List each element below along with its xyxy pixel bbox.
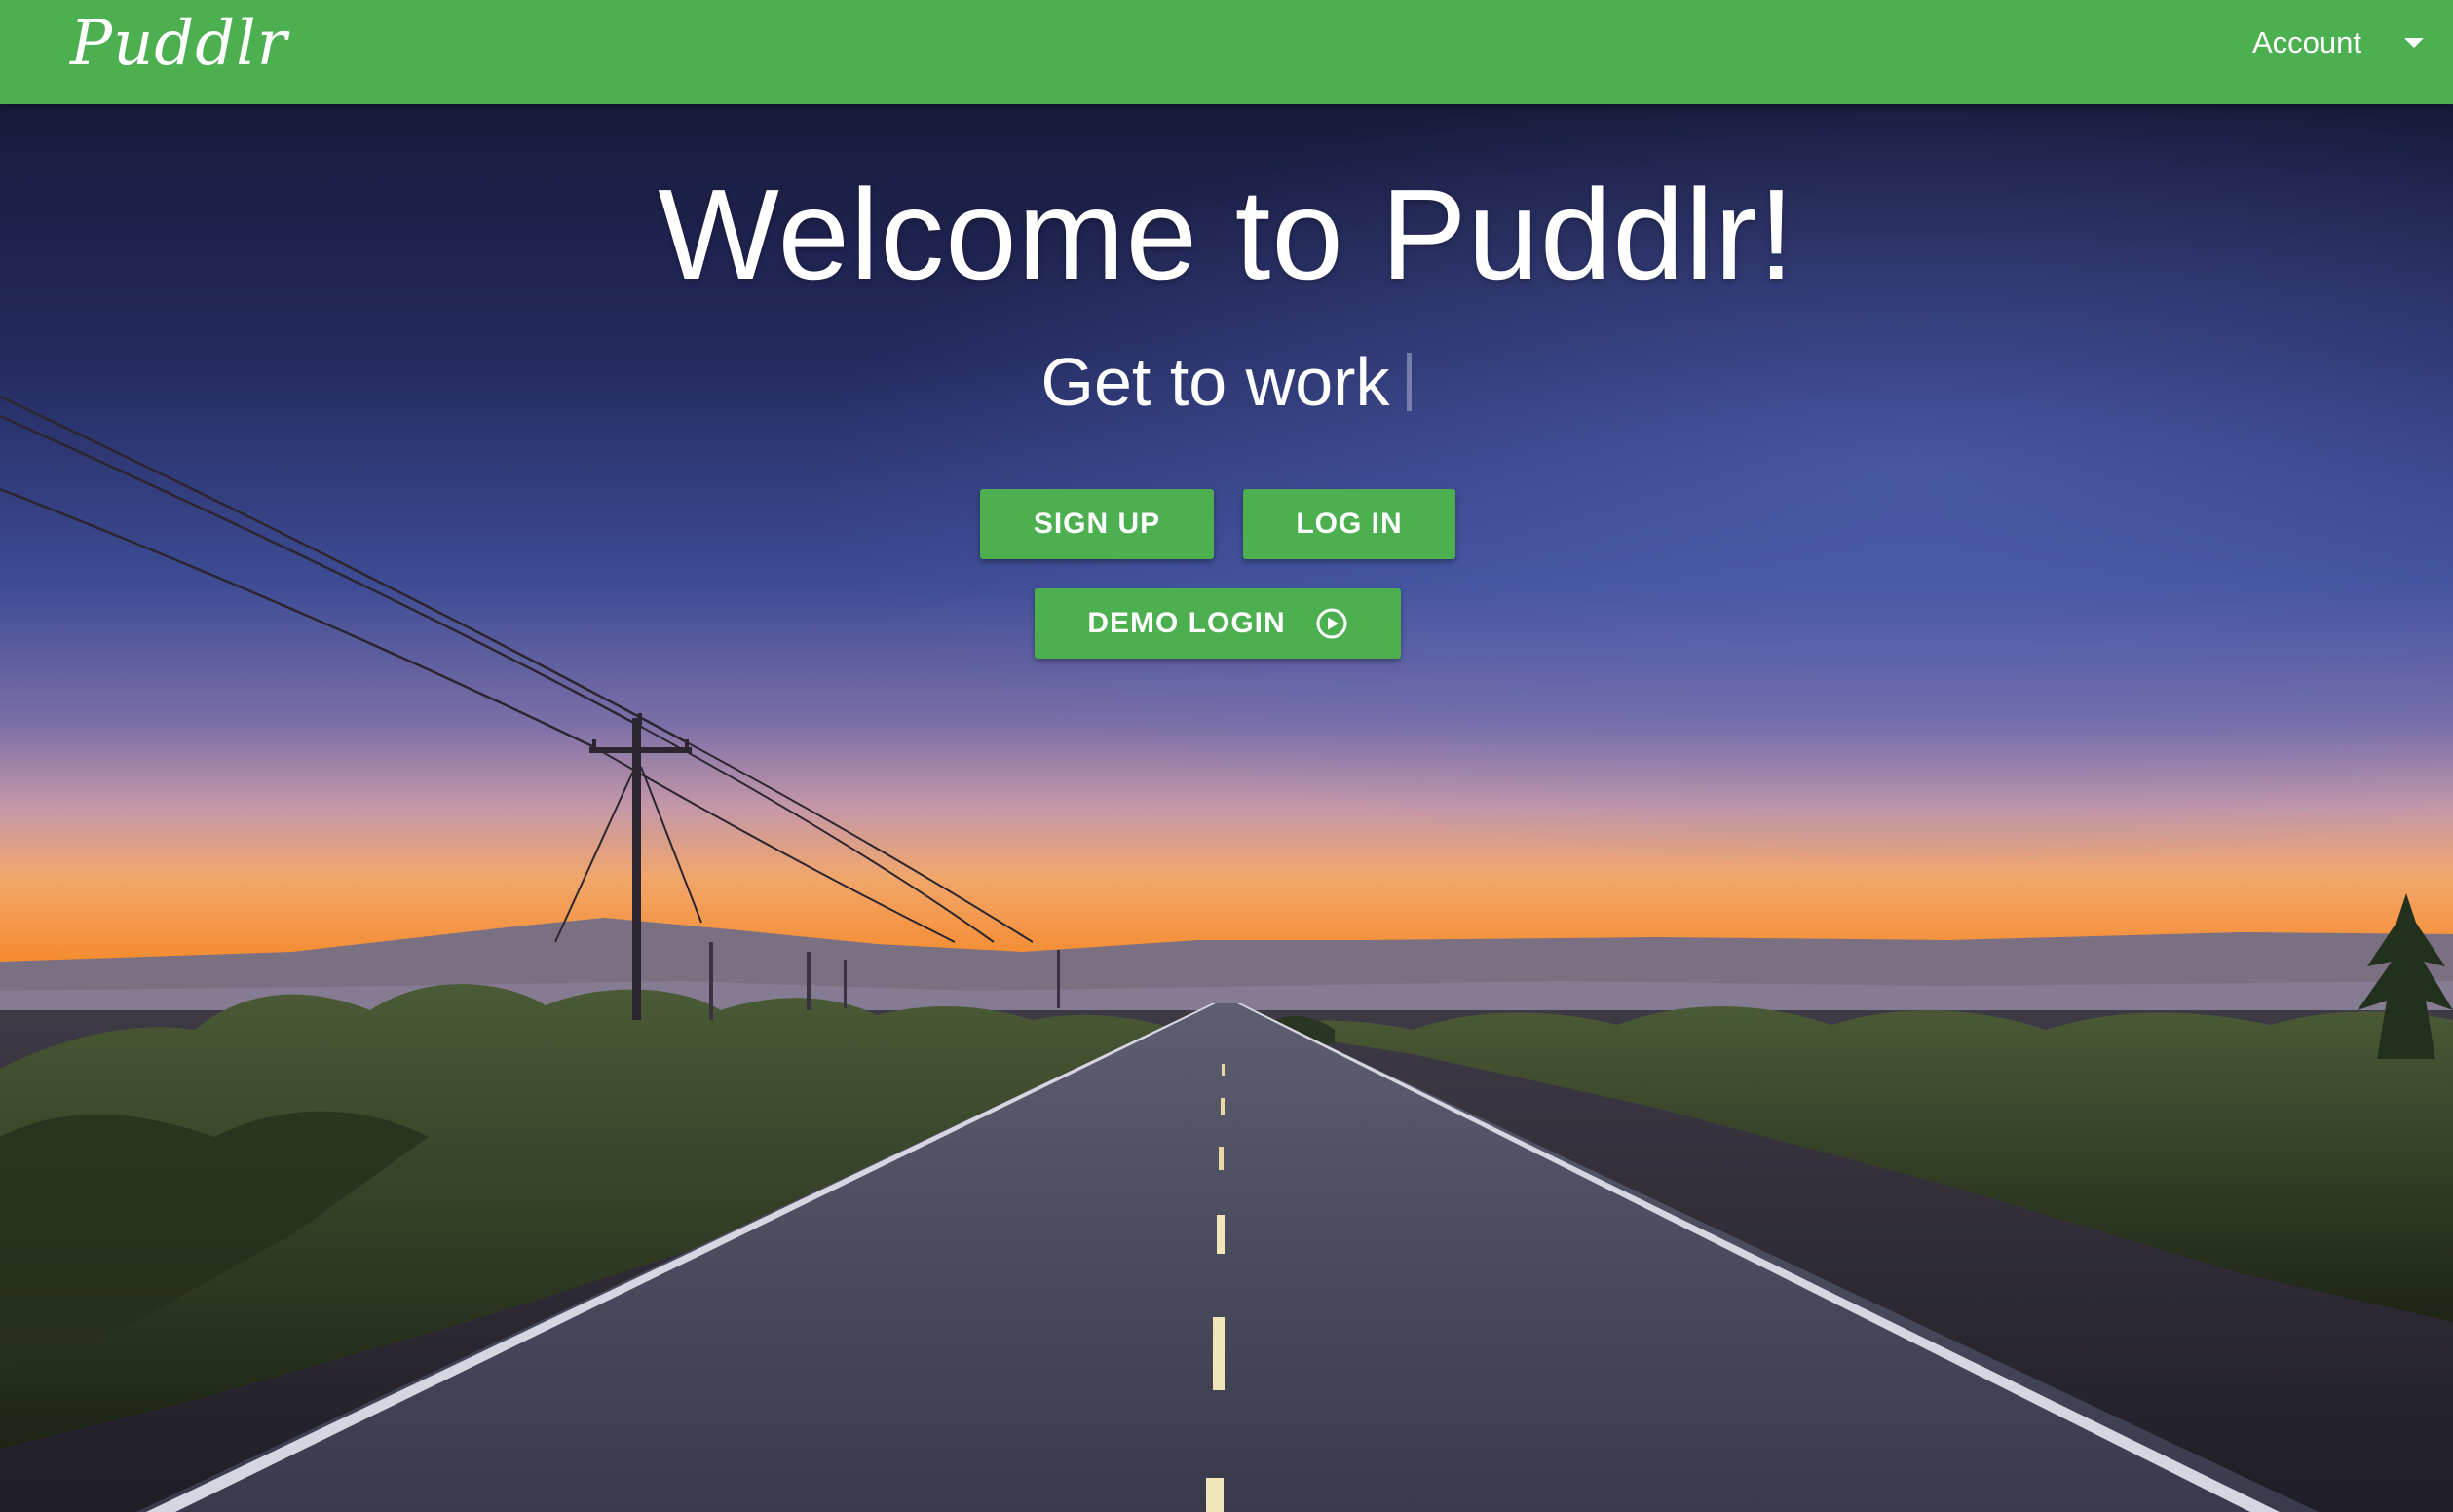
brand-logo[interactable]: Puddlr <box>70 0 287 88</box>
play-circle-icon <box>1316 608 1347 639</box>
log-in-button[interactable]: LOG IN <box>1243 489 1455 559</box>
typed-subtitle: Get to work <box>1040 344 1390 420</box>
hero-content: Welcome to Puddlr! Get to work SIGN UP L… <box>0 104 2453 786</box>
caret-down-icon[interactable] <box>2404 38 2424 48</box>
account-menu[interactable]: Account <box>2252 0 2424 86</box>
welcome-title: Welcome to Puddlr! <box>658 163 1795 306</box>
subtitle-row: Get to work <box>0 343 2453 421</box>
sign-up-label: SIGN UP <box>1033 508 1161 540</box>
typing-cursor <box>1407 353 1413 411</box>
account-label[interactable]: Account <box>2252 25 2361 60</box>
demo-login-button[interactable]: DEMO LOGIN <box>1035 588 1401 659</box>
hero-section: Welcome to Puddlr! Get to work SIGN UP L… <box>0 104 2453 1512</box>
log-in-label: LOG IN <box>1296 508 1403 540</box>
demo-login-label: DEMO LOGIN <box>1087 607 1286 639</box>
sign-up-button[interactable]: SIGN UP <box>980 489 1214 559</box>
top-navbar: Puddlr Account <box>0 0 2453 104</box>
